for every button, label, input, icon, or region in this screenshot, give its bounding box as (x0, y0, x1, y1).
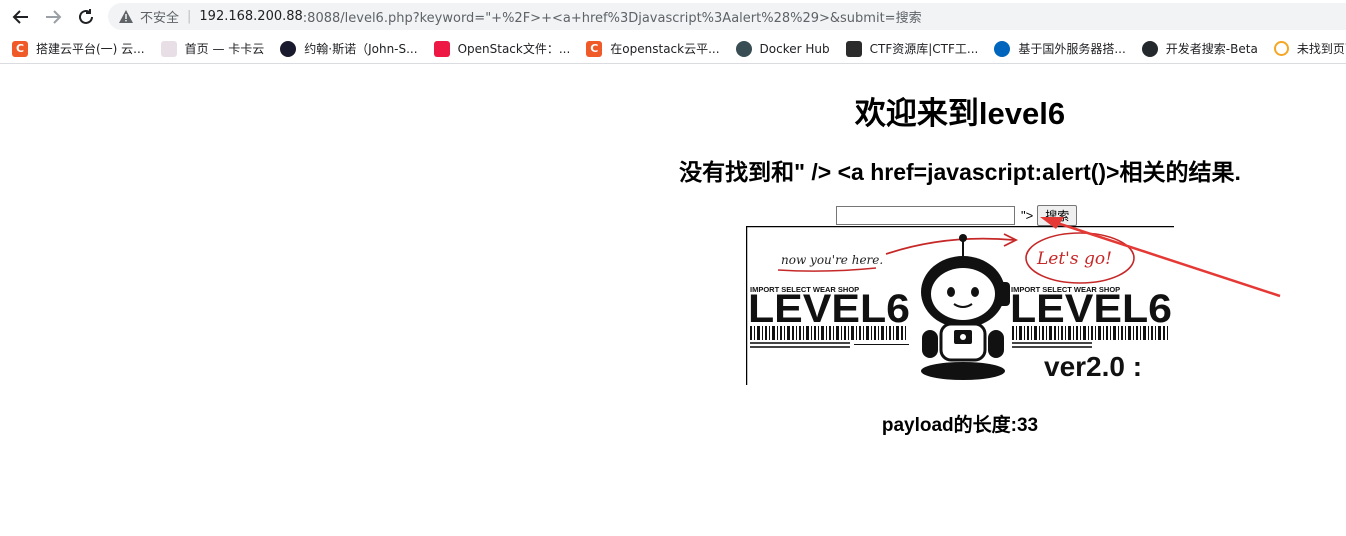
bookmark-label: 约翰·斯诺（John-S... (304, 42, 418, 56)
warning-triangle-icon (118, 9, 134, 25)
bookmark-item[interactable]: C 搭建云平台(一) 云... (12, 40, 145, 57)
bookmark-label: CTF资源库|CTF工... (869, 42, 979, 56)
bookmark-item[interactable]: 首页 — 卡卡云 (160, 40, 265, 57)
level-wordmark-left: LEVEL6 (748, 287, 910, 331)
bookmark-item[interactable]: Docker Hub (735, 40, 830, 57)
version-label: ver2.0 : (1044, 351, 1142, 382)
bookmark-label: Docker Hub (759, 41, 830, 56)
security-status-label[interactable]: 不安全 (140, 7, 179, 26)
handwritten-now-here: now you're here. (781, 253, 883, 267)
level-wordmark-right: LEVEL6 (1010, 287, 1172, 331)
loading-circle-icon (1273, 41, 1289, 56)
openstack-icon (433, 40, 450, 57)
omnibox-separator: | (187, 9, 192, 24)
docker-icon (735, 40, 752, 57)
csdn-icon: C (586, 40, 603, 57)
handwritten-lets-go: Let's go! (1036, 249, 1112, 269)
bookmark-item[interactable]: 开发者搜索-Beta (1141, 40, 1258, 57)
bookmark-item[interactable]: 未找到页面 | (1273, 40, 1346, 57)
back-button[interactable] (10, 6, 32, 28)
kakayun-icon (160, 40, 177, 57)
reload-icon (79, 9, 93, 24)
bookmark-label: 未找到页面 | (1296, 42, 1346, 56)
bookmark-item[interactable]: 约翰·斯诺（John-S... (280, 40, 418, 57)
bookmark-label: 开发者搜索-Beta (1165, 42, 1258, 56)
leaked-attribute-text: "> (1021, 207, 1034, 223)
bookmark-label: 首页 — 卡卡云 (184, 42, 265, 56)
back-arrow-icon (12, 10, 28, 24)
search-submit-button[interactable]: 搜索 (1037, 204, 1078, 226)
bookmark-item[interactable]: C 在openstack云平... (586, 40, 720, 57)
url-path: :8088/level6.php?keyword="+%2F>+<a+href%… (302, 11, 922, 26)
browser-toolbar: 不安全 | 192.168.200.88:8088/level6.php?key… (0, 0, 1346, 34)
csdn-icon: C (12, 40, 28, 57)
search-result-message: 没有找到和" /> <a href=javascript:alert()>相关的… (679, 159, 1241, 185)
bookmark-item[interactable]: OpenStack文件：... (433, 40, 571, 57)
address-bar[interactable]: 不安全 | 192.168.200.88:8088/level6.php?key… (108, 3, 1346, 30)
bookmark-label: OpenStack文件：... (457, 42, 571, 56)
page-title: 欢迎来到level6 (854, 96, 1066, 131)
scotland-flag-icon (994, 40, 1011, 57)
reload-button[interactable] (75, 6, 97, 28)
john-snow-icon (280, 40, 297, 57)
bookmarks-bar: C 搭建云平台(一) 云... 首页 — 卡卡云 约翰·斯诺（John-S... Ope… (0, 34, 1346, 64)
bookmark-label: 基于国外服务器搭... (1018, 42, 1126, 56)
github-icon (1141, 40, 1158, 57)
url-host: 192.168.200.88 (199, 9, 303, 24)
keyword-input[interactable] (836, 205, 1015, 225)
ctf-icon (845, 40, 862, 57)
level6-banner-image: now you're here. Let's go! IMPORT SELECT… (746, 226, 1174, 385)
bookmark-item[interactable]: CTF资源库|CTF工... (845, 40, 979, 57)
bookmark-item[interactable]: 基于国外服务器搭... (994, 40, 1126, 57)
search-form: "> 搜索 (836, 204, 1078, 226)
payload-length-label: payload的长度:33 (881, 415, 1039, 436)
bookmark-label: 搭建云平台(一) 云... (36, 42, 145, 56)
forward-arrow-icon (46, 10, 62, 24)
bookmark-label: 在openstack云平... (610, 42, 720, 56)
forward-button[interactable] (42, 6, 64, 28)
